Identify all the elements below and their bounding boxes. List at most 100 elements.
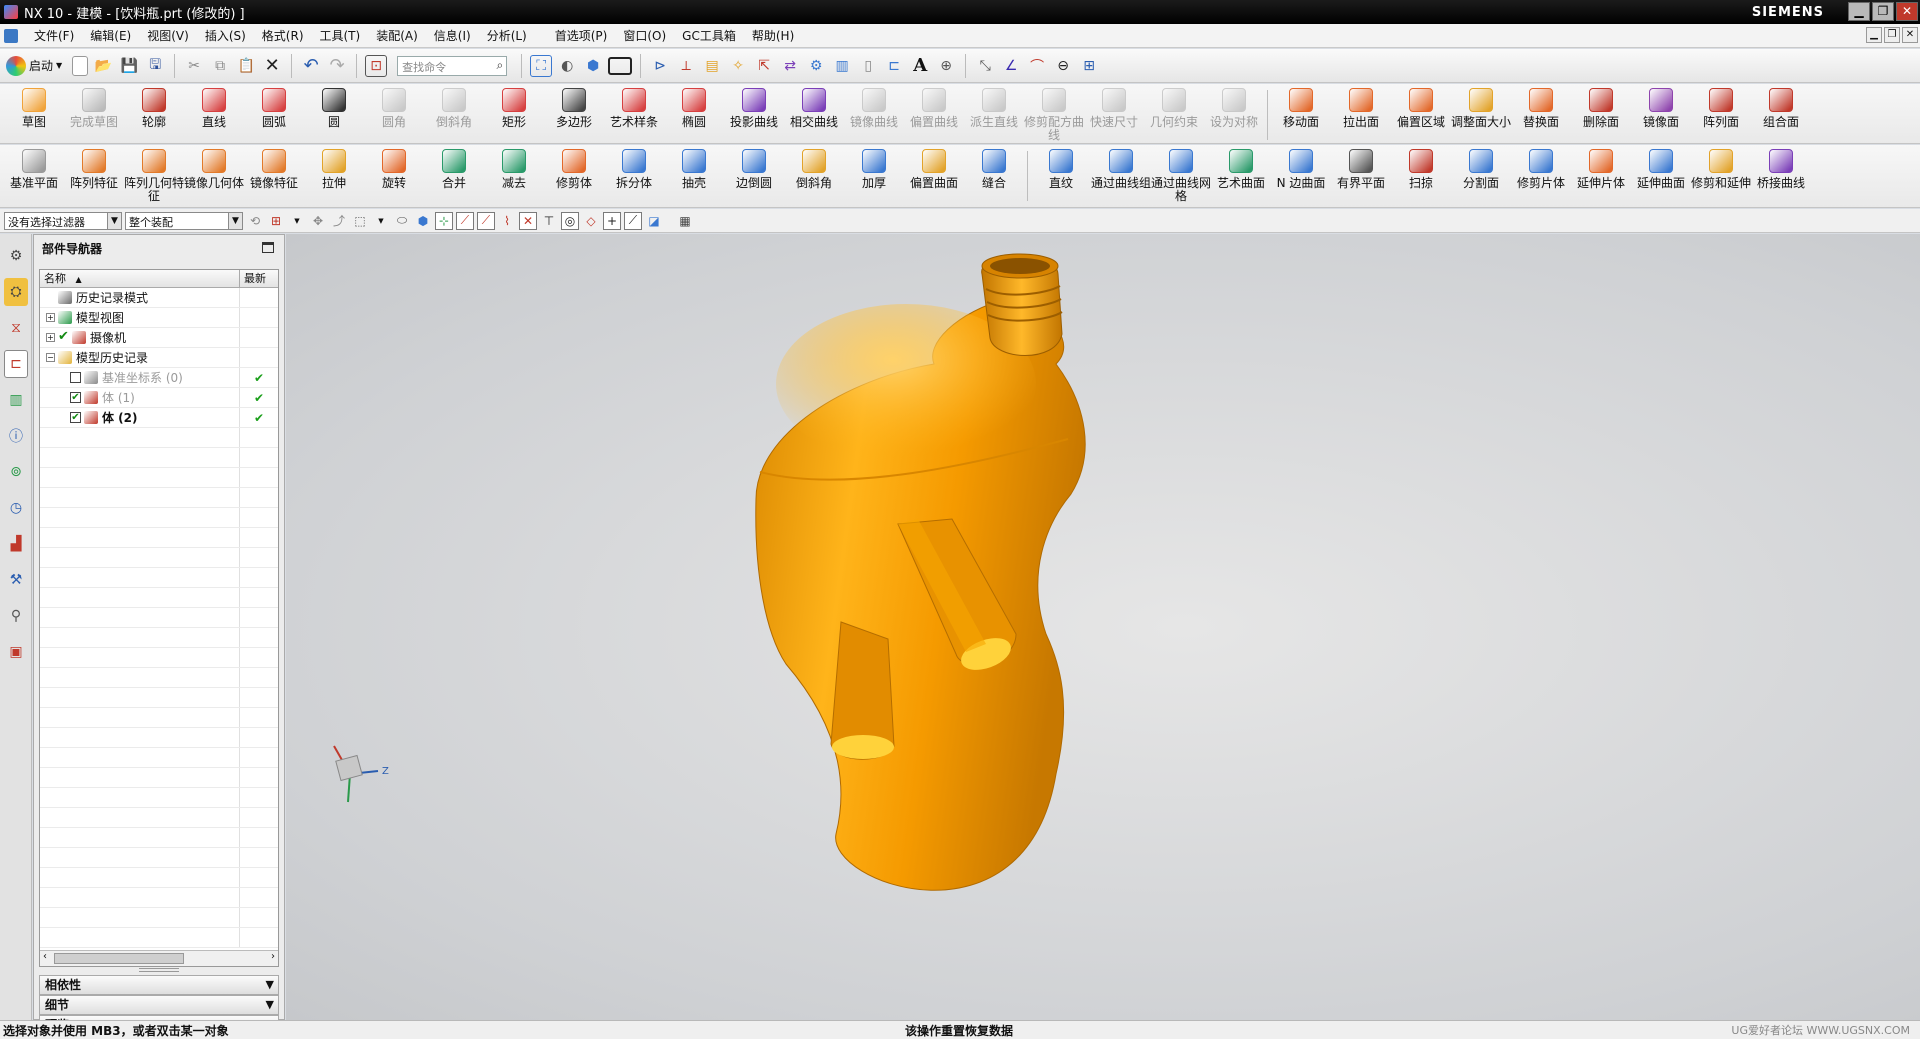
visibility-checkbox[interactable]: ✔ <box>58 330 69 343</box>
ribbon-button[interactable]: 相交曲线 <box>784 84 844 129</box>
feature-select-icon[interactable]: ✥ <box>309 212 327 230</box>
measure-angle-icon[interactable]: ∠ <box>1000 55 1022 77</box>
ribbon-button[interactable]: 分割面 <box>1451 145 1511 190</box>
visibility-checkbox[interactable]: ✔ <box>70 392 81 403</box>
document-menu-icon[interactable] <box>4 28 18 43</box>
doc-minimize-button[interactable]: ▁ <box>1866 27 1882 43</box>
ribbon-button[interactable]: 派生直线 <box>964 84 1024 129</box>
ribbon-button[interactable]: 圆 <box>304 84 364 129</box>
wcs-icon[interactable]: ⟂ <box>675 55 697 77</box>
column-name-header[interactable]: 名称 ▲ <box>40 270 240 287</box>
ribbon-button[interactable]: 阵列面 <box>1691 84 1751 129</box>
ribbon-button[interactable]: 拉伸 <box>304 145 364 190</box>
navigator-section[interactable]: 相依性 ▼ <box>39 975 279 995</box>
tree-row[interactable]: − 模型历史记录 <box>40 348 278 368</box>
snap-curve-icon[interactable]: ⌇ <box>498 212 516 230</box>
maximize-icon[interactable] <box>262 242 274 253</box>
bottle-model[interactable]: Z <box>286 234 1920 1020</box>
command-finder-icon[interactable]: ⊡ <box>365 54 388 77</box>
tree-row[interactable]: ✔ 体 (1) ✔ <box>40 388 278 408</box>
ribbon-button[interactable]: 修剪和延伸 <box>1691 145 1751 190</box>
ribbon-button[interactable]: 修剪配方曲线 <box>1024 84 1084 142</box>
ribbon-button[interactable]: 修剪体 <box>544 145 604 190</box>
menu-tools[interactable]: 工具(T) <box>312 27 369 44</box>
snap-quadrant-icon[interactable]: ◇ <box>582 212 600 230</box>
ribbon-button[interactable]: 轮廓 <box>124 84 184 129</box>
horizontal-scrollbar[interactable]: ‹ › <box>40 950 278 966</box>
assembly-navigator-icon[interactable]: ⛭ <box>4 278 28 306</box>
snap-on-curve-icon[interactable]: ⟋ <box>624 211 642 230</box>
ribbon-button[interactable]: 合并 <box>424 145 484 190</box>
ribbon-button[interactable]: 基准平面 <box>4 145 64 190</box>
ribbon-button[interactable]: 加厚 <box>844 145 904 190</box>
system-scenes-icon[interactable]: ▣ <box>4 638 28 666</box>
reuse-library-icon[interactable]: ▥ <box>4 386 28 414</box>
hd3d-tools-icon[interactable]: ⓘ <box>4 422 28 450</box>
ribbon-button[interactable]: 镜像特征 <box>244 145 304 190</box>
scroll-thumb[interactable] <box>54 953 184 964</box>
process-studio-icon[interactable]: ⚒ <box>4 566 28 594</box>
ribbon-button[interactable]: 缝合 <box>964 145 1024 190</box>
ribbon-button[interactable]: 圆角 <box>364 84 424 129</box>
ribbon-button[interactable]: 镜像面 <box>1631 84 1691 129</box>
scroll-left-icon[interactable]: ‹ <box>43 951 47 962</box>
new-file-icon[interactable] <box>72 55 89 76</box>
deselect-icon[interactable]: ⤴ <box>330 212 348 230</box>
ribbon-button[interactable]: 椭圆 <box>664 84 724 129</box>
cut-icon[interactable]: ✂ <box>183 55 205 77</box>
tree-row[interactable]: + 模型视图 <box>40 308 278 328</box>
web-browser-icon[interactable]: ⊚ <box>4 458 28 486</box>
selection-scope-select[interactable]: 整个装配 ▼ <box>125 211 243 230</box>
tree-row[interactable]: + ✔ 摄像机 <box>40 328 278 348</box>
ribbon-button[interactable]: 移动面 <box>1271 84 1331 129</box>
layer-settings-icon[interactable]: ▤ <box>701 55 723 77</box>
ribbon-button[interactable]: 通过曲线组 <box>1091 145 1151 190</box>
ribbon-button[interactable]: 桥接曲线 <box>1751 145 1811 190</box>
tube-icon[interactable]: ⊏ <box>883 55 905 77</box>
ribbon-button[interactable]: 扫掠 <box>1391 145 1451 190</box>
ribbon-button[interactable]: 草图 <box>4 84 64 129</box>
undo-icon[interactable]: ↶ <box>300 55 322 77</box>
snap-point-icon[interactable]: ⊳ <box>649 55 671 77</box>
menu-format[interactable]: 格式(R) <box>254 27 312 44</box>
rectangle-select-icon[interactable]: ⬚ <box>351 212 369 230</box>
select-all-icon[interactable]: ⊞ <box>267 212 285 230</box>
snap-existing-point-icon[interactable]: + <box>603 211 621 230</box>
collapse-icon[interactable]: − <box>46 353 55 362</box>
transform-icon[interactable]: ⇄ <box>779 55 801 77</box>
ribbon-button[interactable]: 矩形 <box>484 84 544 129</box>
save-icon[interactable]: 💾 <box>118 55 140 77</box>
expand-icon[interactable]: + <box>46 333 55 342</box>
show-hide-icon[interactable]: ✧ <box>727 55 749 77</box>
menu-file[interactable]: 文件(F) <box>26 27 82 44</box>
open-folder-icon[interactable]: 📂 <box>92 55 114 77</box>
ribbon-button[interactable]: 减去 <box>484 145 544 190</box>
tree-row[interactable]: 基准坐标系 (0) ✔ <box>40 368 278 388</box>
menu-information[interactable]: 信息(I) <box>426 27 479 44</box>
ribbon-button[interactable]: 偏置曲线 <box>904 84 964 129</box>
chevron-down-icon[interactable]: ▼ <box>372 212 390 230</box>
ribbon-button[interactable]: 通过曲线网格 <box>1151 145 1211 203</box>
move-object-icon[interactable]: ⇱ <box>753 55 775 77</box>
ribbon-button[interactable]: 多边形 <box>544 84 604 129</box>
minimize-button[interactable]: ▁ <box>1848 2 1870 21</box>
spreadsheet-icon[interactable]: ▥ <box>831 55 853 77</box>
ribbon-button[interactable]: 圆弧 <box>244 84 304 129</box>
system-materials-icon[interactable]: ▟ <box>4 530 28 558</box>
menu-view[interactable]: 视图(V) <box>139 27 197 44</box>
ribbon-button[interactable]: 几何约束 <box>1144 84 1204 129</box>
ribbon-button[interactable]: 镜像几何体 <box>184 145 244 190</box>
ruler-icon[interactable]: ⊞ <box>1078 55 1100 77</box>
roles-icon[interactable]: ⚲ <box>4 602 28 630</box>
ribbon-button[interactable]: 延伸片体 <box>1571 145 1631 190</box>
settings-icon[interactable]: ⚙ <box>4 242 28 270</box>
fit-view-icon[interactable]: ⛶ <box>530 54 553 77</box>
close-button[interactable]: ✕ <box>1896 2 1918 21</box>
body-select-icon[interactable]: ⬢ <box>414 212 432 230</box>
redo-icon[interactable]: ↷ <box>326 55 348 77</box>
measure-distance-icon[interactable]: ⤡ <box>974 55 996 77</box>
part-navigator-icon[interactable]: ⊏ <box>4 350 28 378</box>
visibility-checkbox[interactable]: ✔ <box>70 412 81 423</box>
ribbon-button[interactable]: 直纹 <box>1031 145 1091 190</box>
layer-select-icon[interactable]: ▦ <box>676 212 694 230</box>
